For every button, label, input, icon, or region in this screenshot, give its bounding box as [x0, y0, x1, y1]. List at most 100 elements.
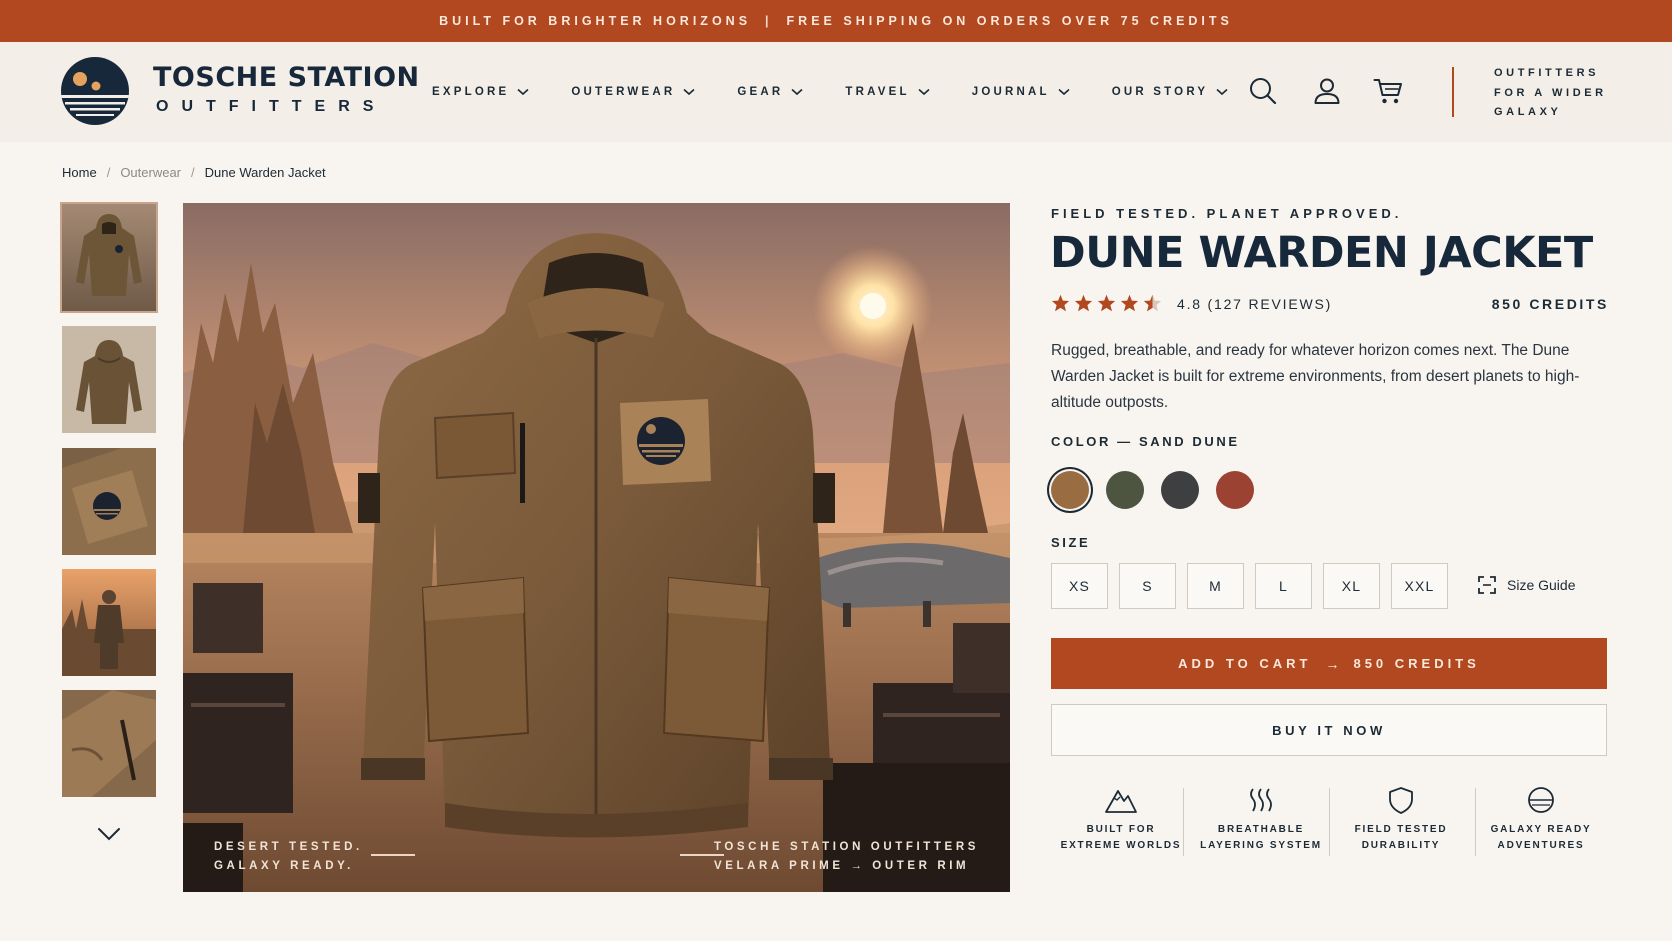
- nav-gear[interactable]: GEAR: [737, 86, 803, 98]
- rating-text[interactable]: 4.8 (127 REVIEWS): [1177, 296, 1332, 312]
- shield-icon: [1389, 787, 1413, 814]
- feature-durability: FIELD TESTED DURABILITY: [1331, 786, 1471, 858]
- brand-logo-icon[interactable]: [61, 57, 129, 125]
- announcement-left: BUILT FOR BRIGHTER HORIZONS: [439, 14, 752, 28]
- nav-explore[interactable]: EXPLORE: [432, 86, 529, 98]
- jacket-hero-illustration: [183, 203, 1010, 892]
- feature-breathable: BREATHABLE LAYERING SYSTEM: [1191, 786, 1331, 858]
- swatch-sand-dune[interactable]: [1051, 471, 1089, 509]
- caption-line: GALAXY READY.: [214, 860, 354, 872]
- add-to-cart-label: ADD TO CART: [1178, 656, 1312, 671]
- arrow-right-icon: →: [1325, 655, 1340, 672]
- product-price: 850 CREDITS: [1491, 296, 1609, 312]
- brand-tagline: OUTFITTERS FOR A WIDER GALAXY: [1494, 64, 1624, 123]
- feature-highlights: BUILT FOR EXTREME WORLDS BREATHABLE LAYE…: [1051, 786, 1611, 858]
- swatch-rust[interactable]: [1216, 471, 1254, 509]
- product-description: Rugged, breathable, and ready for whatev…: [1051, 342, 1580, 411]
- announcement-separator: |: [765, 14, 773, 28]
- feature-galaxy-ready: GALAXY READY ADVENTURES: [1471, 786, 1611, 858]
- star-icon: [1097, 294, 1116, 312]
- fabric-detail-thumbnail-image: [62, 690, 156, 797]
- star-icon: [1074, 294, 1093, 312]
- color-swatches: [1051, 471, 1271, 509]
- chevron-down-icon: [517, 88, 529, 96]
- size-guide-link[interactable]: Size Guide: [1478, 576, 1575, 594]
- color-label: COLOR — SAND DUNE: [1051, 434, 1240, 449]
- nav-outerwear[interactable]: OUTERWEAR: [571, 86, 695, 98]
- chevron-down-icon: [791, 88, 803, 96]
- feature-line: EXTREME WORLDS: [1060, 840, 1182, 851]
- search-icon[interactable]: [1248, 76, 1278, 106]
- nav-label: OUR STORY: [1111, 86, 1209, 98]
- planet-icon: [1528, 787, 1554, 813]
- size-options: XS S M L XL XXL: [1051, 563, 1459, 609]
- size-l-button[interactable]: L: [1255, 563, 1312, 609]
- breadcrumb-home[interactable]: Home: [62, 165, 97, 180]
- feature-line: LAYERING SYSTEM: [1200, 840, 1322, 851]
- star-rating[interactable]: [1051, 294, 1166, 312]
- thumbnail-chest-patch[interactable]: [62, 448, 156, 555]
- account-icon[interactable]: [1312, 76, 1342, 106]
- breadcrumb-separator: /: [106, 165, 111, 180]
- feature-line: DURABILITY: [1361, 840, 1441, 851]
- size-xs-button[interactable]: XS: [1051, 563, 1108, 609]
- caption-line: DESERT TESTED.: [214, 841, 363, 853]
- announcement-bar: BUILT FOR BRIGHTER HORIZONS | FREE SHIPP…: [0, 0, 1672, 42]
- nav-travel[interactable]: TRAVEL: [845, 86, 930, 98]
- brand-name[interactable]: TOSCHE STATION: [153, 62, 420, 93]
- size-label: SIZE: [1051, 535, 1091, 550]
- feature-line: FIELD TESTED: [1354, 824, 1448, 835]
- nav-journal[interactable]: JOURNAL: [972, 86, 1070, 98]
- tagline-line: OUTFITTERS: [1494, 67, 1600, 79]
- hero-product-image: [183, 203, 1010, 892]
- swatch-olive[interactable]: [1106, 471, 1144, 509]
- size-xl-button[interactable]: XL: [1323, 563, 1380, 609]
- model-thumbnail-image: [62, 569, 156, 676]
- half-star-icon: [1143, 294, 1162, 312]
- breadcrumb-current: Dune Warden Jacket: [204, 165, 326, 180]
- chevron-down-icon[interactable]: [96, 824, 122, 844]
- main-nav: EXPLORE OUTERWEAR GEAR TRAVEL JOURNAL OU…: [432, 42, 1270, 142]
- nav-label: JOURNAL: [971, 86, 1050, 98]
- feature-line: BREATHABLE: [1217, 824, 1305, 835]
- size-guide-label: Size Guide: [1507, 577, 1576, 593]
- feature-line: BUILT FOR: [1086, 824, 1156, 835]
- product-title: DUNE WARDEN JACKET: [1050, 228, 1593, 278]
- hero-caption-right: TOSCHE STATION OUTFITTERS VELARA PRIME →…: [714, 838, 979, 876]
- breadcrumb-outerwear[interactable]: Outerwear: [120, 165, 181, 180]
- hero-caption-left: DESERT TESTED. GALAXY READY.: [214, 838, 363, 876]
- feature-divider: [1183, 788, 1184, 856]
- add-to-cart-button[interactable]: ADD TO CART → 850 CREDITS: [1051, 638, 1607, 689]
- size-xxl-button[interactable]: XXL: [1391, 563, 1448, 609]
- ruler-frame-icon: [1478, 576, 1496, 594]
- swatch-charcoal[interactable]: [1161, 471, 1199, 509]
- chevron-down-icon: [683, 88, 695, 96]
- site-header: TOSCHE STATION OUTFITTERS EXPLORE OUTERW…: [0, 42, 1672, 142]
- size-s-button[interactable]: S: [1119, 563, 1176, 609]
- buy-now-button[interactable]: BUY IT NOW: [1051, 704, 1607, 756]
- tagline-line: FOR A WIDER: [1494, 86, 1607, 99]
- chevron-down-icon: [918, 88, 930, 96]
- nav-our-story[interactable]: OUR STORY: [1112, 86, 1229, 98]
- tagline-line: GALAXY: [1494, 106, 1562, 118]
- size-m-button[interactable]: M: [1187, 563, 1244, 609]
- cart-icon[interactable]: [1373, 76, 1403, 106]
- chest-patch-thumbnail-image: [62, 448, 156, 555]
- feature-extreme-worlds: BUILT FOR EXTREME WORLDS: [1051, 786, 1191, 858]
- jacket-back-thumbnail-image: [62, 326, 156, 433]
- add-to-cart-price: 850 CREDITS: [1353, 656, 1480, 671]
- caption-line: TOSCHE STATION OUTFITTERS: [713, 841, 979, 853]
- mountain-icon: [1105, 790, 1137, 813]
- nav-label: GEAR: [737, 86, 784, 98]
- brand-subtitle: OUTFITTERS: [156, 98, 387, 115]
- breadcrumb-separator: /: [191, 165, 195, 180]
- caption-line: VELARA PRIME → OUTER RIM: [713, 860, 970, 872]
- nav-label: OUTERWEAR: [571, 86, 676, 98]
- thumbnail-model[interactable]: [62, 569, 156, 676]
- caption-rule: [371, 854, 415, 856]
- thumbnail-jacket-front[interactable]: [60, 202, 158, 313]
- star-icon: [1120, 294, 1139, 312]
- star-icon: [1051, 294, 1070, 312]
- thumbnail-fabric-detail[interactable]: [62, 690, 156, 797]
- thumbnail-jacket-back[interactable]: [62, 326, 156, 433]
